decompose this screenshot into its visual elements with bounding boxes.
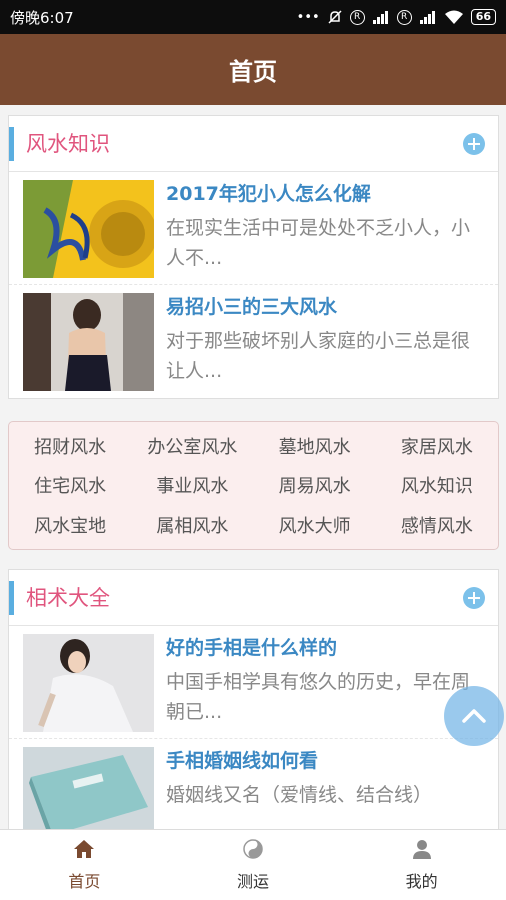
tag-item[interactable]: 住宅风水 <box>9 466 131 506</box>
article-thumbnail-woman-back <box>23 293 154 391</box>
tab-profile[interactable]: 我的 <box>337 830 506 900</box>
article-item[interactable]: 易招小三的三大风水 对于那些破坏别人家庭的小三总是很让人... <box>9 285 498 398</box>
article-desc: 对于那些破坏别人家庭的小三总是很让人... <box>166 330 471 382</box>
article-title[interactable]: 手相婚姻线如何看 <box>166 748 484 774</box>
tag-item[interactable]: 周易风水 <box>254 466 376 506</box>
article-thumbnail-fengshui-yellow <box>23 180 154 278</box>
tag-item[interactable]: 家居风水 <box>376 426 498 466</box>
fengshui-card-header: 风水知识 <box>9 116 498 172</box>
more-dots-icon: ••• <box>296 9 320 25</box>
fengshui-card: 风水知识 2017年犯小人怎么化解 在现实生活中可是处处不乏小人，小人不... <box>8 115 499 399</box>
signal-icon-2 <box>419 11 435 24</box>
xiangshu-card-header: 相术大全 <box>9 570 498 626</box>
status-icons: ••• R R 66 <box>297 9 496 25</box>
article-title[interactable]: 2017年犯小人怎么化解 <box>166 181 484 207</box>
tag-item[interactable]: 风水知识 <box>376 466 498 506</box>
tag-item[interactable]: 风水宝地 <box>9 505 131 545</box>
xiangshu-section-title: 相术大全 <box>9 580 110 615</box>
chevron-up-icon <box>462 709 486 723</box>
article-text: 易招小三的三大风水 对于那些破坏别人家庭的小三总是很让人... <box>166 293 484 398</box>
app-header: 首页 <box>0 34 506 105</box>
fengshui-more-plus-icon[interactable] <box>463 132 485 155</box>
tab-fortune[interactable]: 测运 <box>169 830 338 900</box>
scroll-top-button[interactable] <box>444 686 504 746</box>
tab-label: 测运 <box>237 872 270 891</box>
tab-label: 我的 <box>405 872 438 891</box>
tab-label: 首页 <box>68 872 101 891</box>
user-icon <box>412 840 431 859</box>
yin-yang-icon <box>243 839 263 859</box>
article-thumbnail-book <box>23 747 154 829</box>
mute-icon <box>328 10 342 24</box>
article-item[interactable]: 手相婚姻线如何看 婚姻线又名（爱情线、结合线） <box>9 739 498 829</box>
article-desc: 中国手相学具有悠久的历史，早在周朝已... <box>166 671 471 723</box>
main-content[interactable]: 风水知识 2017年犯小人怎么化解 在现实生活中可是处处不乏小人，小人不... <box>0 105 506 829</box>
status-time: 傍晚6:07 <box>10 8 74 27</box>
status-bar: 傍晚6:07 ••• R R 66 <box>0 0 506 34</box>
fengshui-tags-grid: 招财风水 办公室风水 墓地风水 家居风水 住宅风水 事业风水 周易风水 风水知识… <box>8 421 499 550</box>
tag-item[interactable]: 墓地风水 <box>254 426 376 466</box>
tab-home[interactable]: 首页 <box>0 830 169 900</box>
article-item[interactable]: 2017年犯小人怎么化解 在现实生活中可是处处不乏小人，小人不... <box>9 172 498 285</box>
signal-icon <box>372 11 388 24</box>
article-text: 2017年犯小人怎么化解 在现实生活中可是处处不乏小人，小人不... <box>166 180 484 284</box>
article-title[interactable]: 易招小三的三大风水 <box>166 294 484 320</box>
article-text: 手相婚姻线如何看 婚姻线又名（爱情线、结合线） <box>166 747 484 829</box>
article-text: 好的手相是什么样的 中国手相学具有悠久的历史，早在周朝已... <box>166 634 484 738</box>
article-thumbnail-woman-seated <box>23 634 154 732</box>
page-title: 首页 <box>229 58 277 86</box>
xiangshu-more-plus-icon[interactable] <box>463 586 485 609</box>
article-desc: 婚姻线又名（爱情线、结合线） <box>166 784 433 806</box>
tag-item[interactable]: 属相风水 <box>131 505 253 545</box>
tag-item[interactable]: 感情风水 <box>376 505 498 545</box>
fengshui-section-title: 风水知识 <box>9 126 110 161</box>
tag-item[interactable]: 办公室风水 <box>131 426 253 466</box>
xiangshu-card: 相术大全 好的手相是什么样的 中国手相学具有悠久的历史，早在周朝已... 手相婚… <box>8 569 499 829</box>
tag-item[interactable]: 事业风水 <box>131 466 253 506</box>
tag-item[interactable]: 招财风水 <box>9 426 131 466</box>
roaming-r-icon: R <box>349 9 365 25</box>
battery-icon: 66 <box>470 9 496 25</box>
roaming-r-icon-2: R <box>396 9 412 25</box>
article-title[interactable]: 好的手相是什么样的 <box>166 635 484 661</box>
article-desc: 在现实生活中可是处处不乏小人，小人不... <box>166 217 471 269</box>
tag-item[interactable]: 风水大师 <box>254 505 376 545</box>
bottom-tab-bar: 首页 测运 我的 <box>0 829 506 900</box>
article-item[interactable]: 好的手相是什么样的 中国手相学具有悠久的历史，早在周朝已... <box>9 626 498 739</box>
home-icon <box>74 840 95 858</box>
wifi-icon <box>444 10 463 24</box>
